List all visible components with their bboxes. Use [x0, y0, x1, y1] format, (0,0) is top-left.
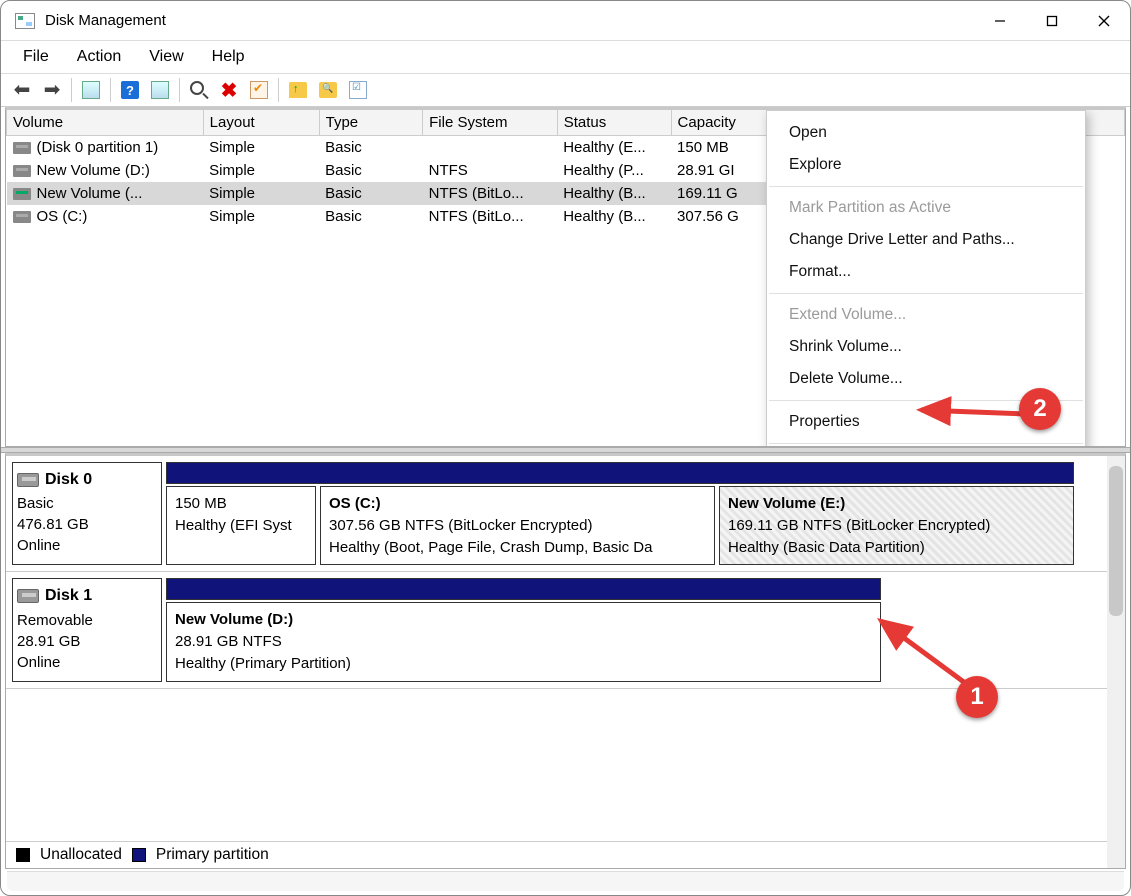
volume-icon: [13, 211, 31, 223]
disk-partitions: New Volume (D:)28.91 GB NTFSHealthy (Pri…: [166, 578, 1119, 681]
window-title: Disk Management: [45, 12, 166, 29]
partition[interactable]: New Volume (E:)169.11 GB NTFS (BitLocker…: [719, 486, 1074, 565]
ctx-extend-volume: Extend Volume...: [767, 299, 1085, 331]
disk-graphical-pane: Disk 0Basic476.81 GBOnline150 MBHealthy …: [5, 453, 1126, 869]
delete-button[interactable]: ✖: [216, 77, 242, 103]
ctx-change-drive-letter-and-paths[interactable]: Change Drive Letter and Paths...: [767, 224, 1085, 256]
disk-row: Disk 0Basic476.81 GBOnline150 MBHealthy …: [6, 456, 1125, 572]
partition-title: New Volume (E:): [728, 493, 1065, 515]
column-header[interactable]: Volume: [7, 110, 204, 136]
ctx-explore[interactable]: Explore: [767, 149, 1085, 181]
menu-view[interactable]: View: [135, 44, 197, 70]
menu-help[interactable]: Help: [198, 44, 259, 70]
disk-partitions: 150 MBHealthy (EFI SystOS (C:)307.56 GB …: [166, 462, 1119, 565]
volume-icon: [13, 142, 31, 154]
find-button[interactable]: [186, 77, 212, 103]
partition-title: OS (C:): [329, 493, 706, 515]
partition-line1: 307.56 GB NTFS (BitLocker Encrypted): [329, 515, 706, 537]
disk-size: 476.81 GB: [17, 514, 157, 535]
legend-swatch-unallocated: [16, 848, 30, 862]
disk-status: Online: [17, 652, 157, 673]
disk-size: 28.91 GB: [17, 631, 157, 652]
ctx-delete-volume[interactable]: Delete Volume...: [767, 363, 1085, 395]
partition-line2: Healthy (Boot, Page File, Crash Dump, Ba…: [329, 537, 706, 559]
ctx-mark-partition-as-active: Mark Partition as Active: [767, 192, 1085, 224]
help-button[interactable]: ?: [117, 77, 143, 103]
disk-icon: [17, 589, 39, 603]
disk-name: Disk 0: [45, 469, 92, 491]
show-hide-console-tree-button[interactable]: [78, 77, 104, 103]
toolbar: ⬅ ➡ ? ✖: [1, 73, 1130, 107]
folder-search-button[interactable]: [315, 77, 341, 103]
column-header[interactable]: Status: [557, 110, 671, 136]
legend-label-primary: Primary partition: [156, 846, 269, 864]
menu-file[interactable]: File: [9, 44, 63, 70]
disk-type: Removable: [17, 610, 157, 631]
column-header[interactable]: File System: [423, 110, 558, 136]
close-button[interactable]: [1078, 1, 1130, 41]
app-icon: [15, 13, 35, 29]
ctx-format[interactable]: Format...: [767, 256, 1085, 288]
disk-status: Online: [17, 535, 157, 556]
properties-button[interactable]: [246, 77, 272, 103]
legend: Unallocated Primary partition: [6, 841, 1125, 868]
ctx-separator: [769, 293, 1083, 294]
disk-info[interactable]: Disk 0Basic476.81 GBOnline: [12, 462, 162, 565]
column-header[interactable]: Type: [319, 110, 423, 136]
context-menu: OpenExplore Mark Partition as ActiveChang…: [766, 110, 1086, 447]
folder-up-button[interactable]: [285, 77, 311, 103]
partition[interactable]: 150 MBHealthy (EFI Syst: [166, 486, 316, 565]
list-options-button[interactable]: [345, 77, 371, 103]
maximize-button[interactable]: [1026, 1, 1078, 41]
partition[interactable]: OS (C:)307.56 GB NTFS (BitLocker Encrypt…: [320, 486, 715, 565]
ctx-separator: [769, 443, 1083, 444]
content-area: VolumeLayoutTypeFile SystemStatusCapacit…: [1, 107, 1130, 869]
titlebar: Disk Management: [1, 1, 1130, 41]
ctx-shrink-volume[interactable]: Shrink Volume...: [767, 331, 1085, 363]
volume-icon: [13, 165, 31, 177]
statusbar: [7, 871, 1124, 891]
legend-swatch-primary: [132, 848, 146, 862]
volume-list-pane: VolumeLayoutTypeFile SystemStatusCapacit…: [5, 107, 1126, 447]
disk-bar: [166, 578, 881, 600]
disk-name: Disk 1: [45, 585, 92, 607]
ctx-open[interactable]: Open: [767, 117, 1085, 149]
vertical-scrollbar[interactable]: [1107, 456, 1125, 868]
minimize-button[interactable]: [974, 1, 1026, 41]
partition[interactable]: New Volume (D:)28.91 GB NTFSHealthy (Pri…: [166, 602, 881, 681]
ctx-separator: [769, 186, 1083, 187]
menu-action[interactable]: Action: [63, 44, 135, 70]
partition-line1: 28.91 GB NTFS: [175, 631, 872, 653]
partition-line2: Healthy (EFI Syst: [175, 515, 307, 537]
menubar: File Action View Help: [1, 41, 1130, 73]
disk-icon: [17, 473, 39, 487]
back-button[interactable]: ⬅: [9, 77, 35, 103]
disk-row: Disk 1 Removable28.91 GBOnline New Volume …: [6, 572, 1125, 688]
partition-title: New Volume (D:): [175, 609, 872, 631]
partition-line2: Healthy (Basic Data Partition): [728, 537, 1065, 559]
disk-management-window: Disk Management File Action View Help ⬅ …: [0, 0, 1131, 896]
disk-rows-container: Disk 0Basic476.81 GBOnline150 MBHealthy …: [6, 456, 1125, 841]
forward-button[interactable]: ➡: [39, 77, 65, 103]
disk-type: Basic: [17, 493, 157, 514]
partition-line1: 150 MB: [175, 493, 307, 515]
partition-line1: 169.11 GB NTFS (BitLocker Encrypted): [728, 515, 1065, 537]
volume-icon: [13, 188, 31, 200]
disk-bar: [166, 462, 1074, 484]
ctx-separator: [769, 400, 1083, 401]
column-header[interactable]: Layout: [203, 110, 319, 136]
partition-line2: Healthy (Primary Partition): [175, 653, 872, 675]
legend-label-unallocated: Unallocated: [40, 846, 122, 864]
refresh-button[interactable]: [147, 77, 173, 103]
disk-info[interactable]: Disk 1 Removable28.91 GBOnline: [12, 578, 162, 681]
ctx-properties[interactable]: Properties: [767, 406, 1085, 438]
